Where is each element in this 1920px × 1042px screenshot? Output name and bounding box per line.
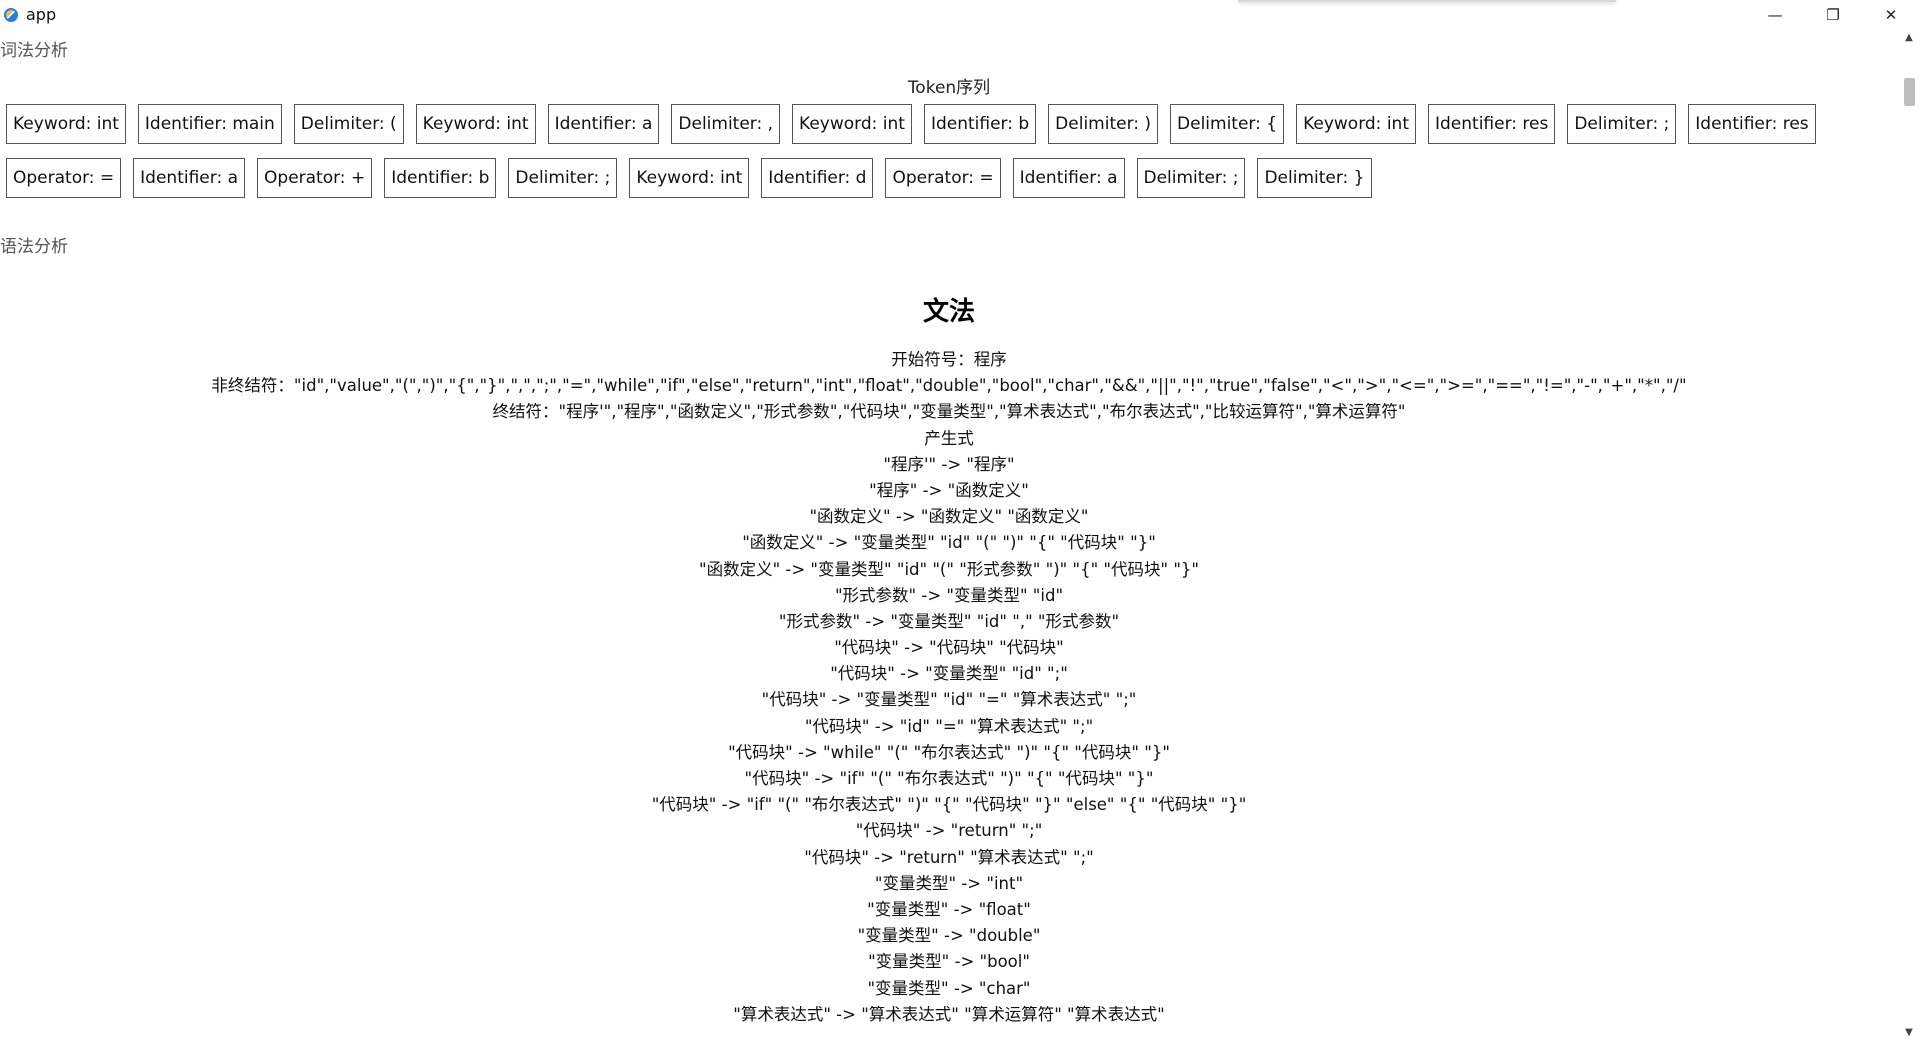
main-content: 词法分析 Token序列 Keyword: int Identifier: mai… (0, 29, 1898, 1042)
token-box: Identifier: a (1012, 158, 1125, 198)
token-box: Keyword: int (415, 104, 536, 144)
grammar-line: "代码块" -> "代码块" "代码块" (834, 638, 1064, 658)
grammar-text: 开始符号：程序非终结符："id","value","(",")","{","}"… (0, 347, 1898, 1028)
maximize-button[interactable]: ❐ (1804, 0, 1862, 29)
grammar-line: "变量类型" -> "float" (867, 899, 1031, 919)
grammar-line: "算术表达式" -> "算术表达式" "算术运算符" "算术表达式" (733, 1004, 1165, 1024)
token-sequence-heading: Token序列 (907, 78, 991, 98)
grammar-line: "代码块" -> "变量类型" "id" "=" "算术表达式" ";" (761, 690, 1137, 710)
token-box: Identifier: b (923, 104, 1037, 144)
token-box: Identifier: res (1427, 104, 1556, 144)
grammar-line: "代码块" -> "变量类型" "id" ";" (830, 664, 1068, 684)
token-box: Delimiter: , (671, 104, 781, 144)
scrollbar-thumb[interactable] (1904, 78, 1915, 106)
token-box: Operator: + (257, 158, 373, 198)
grammar-line: "变量类型" -> "bool" (868, 952, 1030, 972)
window-controls: — ❐ ✕ (1746, 0, 1920, 29)
grammar-line: "变量类型" -> "double" (857, 926, 1041, 946)
token-box: Keyword: int (792, 104, 912, 144)
grammar-line: "代码块" -> "return" ";" (855, 821, 1043, 841)
grammar-line: "形式参数" -> "变量类型" "id" "," "形式参数" (778, 611, 1120, 631)
grammar-line: 终结符："程序'","程序","函数定义","形式参数","代码块","变量类型… (492, 402, 1406, 422)
token-box: Keyword: int (6, 104, 126, 144)
grammar-line: "代码块" -> "if" "(" "布尔表达式" ")" "{" "代码块" … (651, 795, 1247, 815)
token-box: Keyword: int (629, 158, 750, 198)
syntax-section-label: 语法分析 (0, 237, 68, 257)
grammar-line: "形式参数" -> "变量类型" "id" (834, 585, 1064, 605)
restore-icon: ❐ (1826, 5, 1840, 24)
grammar-line: "程序" -> "函数定义" (869, 480, 1029, 500)
token-row-2: Operator: = Identifier: a Operator: + Ident… (6, 158, 1372, 198)
token-box: Operator: = (885, 158, 1001, 198)
token-box: Identifier: a (133, 158, 246, 198)
token-box: Delimiter: { (1170, 104, 1285, 144)
scroll-up-arrow-icon[interactable]: ▲ (1898, 31, 1920, 45)
app-icon (4, 7, 18, 22)
grammar-line: 非终结符："id","value","(",")","{","}",",",";… (211, 376, 1687, 396)
minimize-icon: — (1767, 5, 1783, 24)
grammar-line: "代码块" -> "id" "=" "算术表达式" ";" (804, 716, 1094, 736)
grammar-title: 文法 (922, 297, 975, 327)
grammar-line: 开始符号：程序 (891, 350, 1007, 369)
grammar-line: "代码块" -> "return" "算术表达式" ";" (804, 847, 1094, 867)
token-box: Delimiter: ; (1136, 158, 1246, 198)
grammar-line: "函数定义" -> "变量类型" "id" "(" ")" "{" "代码块" … (742, 533, 1156, 553)
window-title: app (26, 5, 57, 24)
token-box: Delimiter: } (1257, 158, 1372, 198)
token-box: Identifier: main (137, 104, 282, 144)
grammar-line: "程序'" -> "程序" (883, 454, 1015, 474)
scroll-down-arrow-icon[interactable]: ▼ (1898, 1026, 1920, 1040)
token-box: Operator: = (6, 158, 122, 198)
token-box: Delimiter: ; (508, 158, 618, 198)
grammar-line: "变量类型" -> "int" (874, 873, 1024, 893)
overlay-edge (1238, 0, 1616, 2)
grammar-line: 产生式 (924, 428, 974, 448)
token-box: Keyword: int (1296, 104, 1416, 144)
token-row-1: Keyword: int Identifier: main Delimiter: (… (6, 104, 1816, 144)
grammar-line: "函数定义" -> "函数定义" "函数定义" (809, 507, 1089, 527)
token-box: Delimiter: ) (1048, 104, 1159, 144)
token-box: Identifier: d (761, 158, 874, 198)
token-box: Identifier: res (1688, 104, 1816, 144)
minimize-button[interactable]: — (1746, 0, 1804, 29)
lexical-section-label: 词法分析 (0, 41, 68, 61)
close-icon: ✕ (1884, 5, 1898, 24)
token-box: Delimiter: ( (293, 104, 404, 144)
grammar-line: "函数定义" -> "变量类型" "id" "(" "形式参数" ")" "{"… (698, 559, 1200, 579)
grammar-line: "代码块" -> "while" "(" "布尔表达式" ")" "{" "代码… (728, 742, 1170, 762)
token-box: Delimiter: ; (1567, 104, 1677, 144)
title-bar: app — ❐ ✕ (0, 0, 1920, 29)
grammar-line: "代码块" -> "if" "(" "布尔表达式" ")" "{" "代码块" … (744, 769, 1154, 788)
close-button[interactable]: ✕ (1862, 0, 1920, 29)
token-box: Identifier: a (547, 104, 660, 144)
vertical-scrollbar[interactable]: ▲ ▼ (1898, 29, 1920, 1042)
grammar-line: "变量类型" -> "char" (867, 978, 1031, 998)
token-box: Identifier: b (384, 158, 497, 198)
